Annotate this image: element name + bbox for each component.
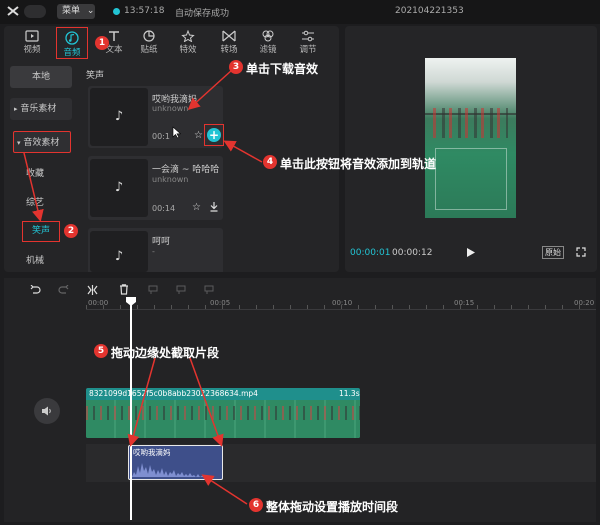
annotation-arrows	[23, 69, 263, 505]
